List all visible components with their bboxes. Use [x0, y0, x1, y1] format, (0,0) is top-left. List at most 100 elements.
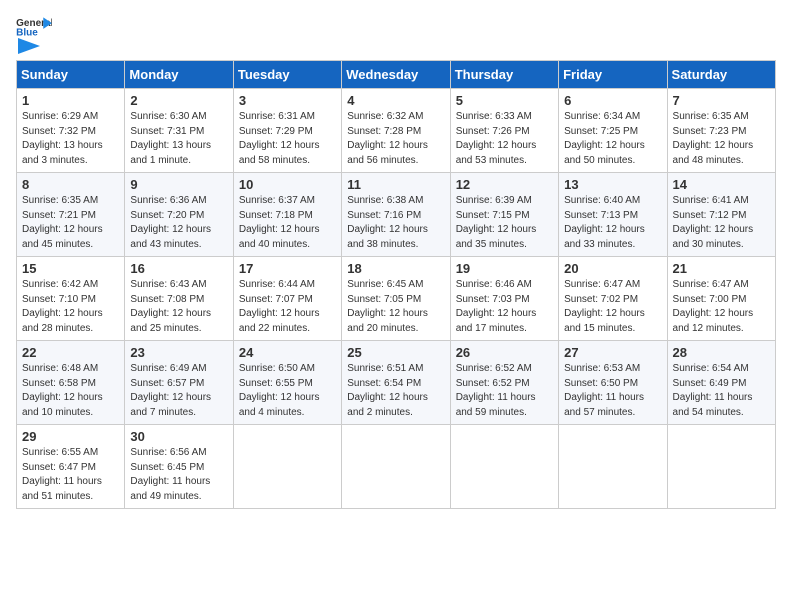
day-number: 19: [456, 261, 553, 276]
calendar-cell: 4 Sunrise: 6:32 AM Sunset: 7:28 PM Dayli…: [342, 89, 450, 173]
calendar-week-row: 22 Sunrise: 6:48 AM Sunset: 6:58 PM Dayl…: [17, 341, 776, 425]
day-number: 11: [347, 177, 444, 192]
day-info: Sunrise: 6:32 AM Sunset: 7:28 PM Dayligh…: [347, 110, 444, 168]
day-info: Sunrise: 6:35 AM Sunset: 7:21 PM Dayligh…: [22, 194, 119, 252]
calendar-cell: 21 Sunrise: 6:47 AM Sunset: 7:00 PM Dayl…: [667, 257, 775, 341]
calendar-table: SundayMondayTuesdayWednesdayThursdayFrid…: [16, 60, 776, 509]
day-info: Sunrise: 6:56 AM Sunset: 6:45 PM Dayligh…: [130, 446, 227, 504]
calendar-cell: 25 Sunrise: 6:51 AM Sunset: 6:54 PM Dayl…: [342, 341, 450, 425]
day-number: 28: [673, 345, 770, 360]
day-info: Sunrise: 6:47 AM Sunset: 7:00 PM Dayligh…: [673, 278, 770, 336]
calendar-cell: 10 Sunrise: 6:37 AM Sunset: 7:18 PM Dayl…: [233, 173, 341, 257]
calendar-cell: 16 Sunrise: 6:43 AM Sunset: 7:08 PM Dayl…: [125, 257, 233, 341]
calendar-cell: 11 Sunrise: 6:38 AM Sunset: 7:16 PM Dayl…: [342, 173, 450, 257]
calendar-cell: 22 Sunrise: 6:48 AM Sunset: 6:58 PM Dayl…: [17, 341, 125, 425]
calendar-week-row: 29 Sunrise: 6:55 AM Sunset: 6:47 PM Dayl…: [17, 425, 776, 509]
calendar-cell: 29 Sunrise: 6:55 AM Sunset: 6:47 PM Dayl…: [17, 425, 125, 509]
calendar-cell: 24 Sunrise: 6:50 AM Sunset: 6:55 PM Dayl…: [233, 341, 341, 425]
day-number: 12: [456, 177, 553, 192]
calendar-cell: 18 Sunrise: 6:45 AM Sunset: 7:05 PM Dayl…: [342, 257, 450, 341]
day-info: Sunrise: 6:43 AM Sunset: 7:08 PM Dayligh…: [130, 278, 227, 336]
day-number: 9: [130, 177, 227, 192]
day-number: 23: [130, 345, 227, 360]
day-info: Sunrise: 6:45 AM Sunset: 7:05 PM Dayligh…: [347, 278, 444, 336]
calendar-cell: 12 Sunrise: 6:39 AM Sunset: 7:15 PM Dayl…: [450, 173, 558, 257]
day-info: Sunrise: 6:37 AM Sunset: 7:18 PM Dayligh…: [239, 194, 336, 252]
calendar-cell: 20 Sunrise: 6:47 AM Sunset: 7:02 PM Dayl…: [559, 257, 667, 341]
day-info: Sunrise: 6:36 AM Sunset: 7:20 PM Dayligh…: [130, 194, 227, 252]
calendar-cell: 27 Sunrise: 6:53 AM Sunset: 6:50 PM Dayl…: [559, 341, 667, 425]
day-info: Sunrise: 6:49 AM Sunset: 6:57 PM Dayligh…: [130, 362, 227, 420]
day-number: 8: [22, 177, 119, 192]
calendar-cell: 28 Sunrise: 6:54 AM Sunset: 6:49 PM Dayl…: [667, 341, 775, 425]
day-number: 10: [239, 177, 336, 192]
day-info: Sunrise: 6:46 AM Sunset: 7:03 PM Dayligh…: [456, 278, 553, 336]
calendar-cell: [233, 425, 341, 509]
day-number: 16: [130, 261, 227, 276]
calendar-cell: 13 Sunrise: 6:40 AM Sunset: 7:13 PM Dayl…: [559, 173, 667, 257]
calendar-cell: 3 Sunrise: 6:31 AM Sunset: 7:29 PM Dayli…: [233, 89, 341, 173]
column-header-sunday: Sunday: [17, 61, 125, 89]
calendar-week-row: 8 Sunrise: 6:35 AM Sunset: 7:21 PM Dayli…: [17, 173, 776, 257]
day-number: 17: [239, 261, 336, 276]
column-header-friday: Friday: [559, 61, 667, 89]
day-number: 27: [564, 345, 661, 360]
column-header-tuesday: Tuesday: [233, 61, 341, 89]
calendar-cell: [342, 425, 450, 509]
day-info: Sunrise: 6:54 AM Sunset: 6:49 PM Dayligh…: [673, 362, 770, 420]
calendar-cell: 17 Sunrise: 6:44 AM Sunset: 7:07 PM Dayl…: [233, 257, 341, 341]
calendar-cell: 6 Sunrise: 6:34 AM Sunset: 7:25 PM Dayli…: [559, 89, 667, 173]
day-number: 24: [239, 345, 336, 360]
day-info: Sunrise: 6:29 AM Sunset: 7:32 PM Dayligh…: [22, 110, 119, 168]
calendar-cell: 5 Sunrise: 6:33 AM Sunset: 7:26 PM Dayli…: [450, 89, 558, 173]
day-number: 7: [673, 93, 770, 108]
day-info: Sunrise: 6:41 AM Sunset: 7:12 PM Dayligh…: [673, 194, 770, 252]
day-number: 29: [22, 429, 119, 444]
calendar-week-row: 1 Sunrise: 6:29 AM Sunset: 7:32 PM Dayli…: [17, 89, 776, 173]
day-number: 25: [347, 345, 444, 360]
logo: General Blue: [16, 16, 52, 50]
day-number: 30: [130, 429, 227, 444]
day-info: Sunrise: 6:51 AM Sunset: 6:54 PM Dayligh…: [347, 362, 444, 420]
day-info: Sunrise: 6:38 AM Sunset: 7:16 PM Dayligh…: [347, 194, 444, 252]
day-info: Sunrise: 6:55 AM Sunset: 6:47 PM Dayligh…: [22, 446, 119, 504]
calendar-cell: 7 Sunrise: 6:35 AM Sunset: 7:23 PM Dayli…: [667, 89, 775, 173]
day-number: 3: [239, 93, 336, 108]
day-number: 18: [347, 261, 444, 276]
day-info: Sunrise: 6:52 AM Sunset: 6:52 PM Dayligh…: [456, 362, 553, 420]
column-header-saturday: Saturday: [667, 61, 775, 89]
day-number: 14: [673, 177, 770, 192]
logo-icon: General Blue: [16, 16, 52, 36]
calendar-cell: 1 Sunrise: 6:29 AM Sunset: 7:32 PM Dayli…: [17, 89, 125, 173]
day-number: 5: [456, 93, 553, 108]
day-info: Sunrise: 6:53 AM Sunset: 6:50 PM Dayligh…: [564, 362, 661, 420]
calendar-cell: 30 Sunrise: 6:56 AM Sunset: 6:45 PM Dayl…: [125, 425, 233, 509]
column-header-thursday: Thursday: [450, 61, 558, 89]
calendar-cell: [450, 425, 558, 509]
calendar-cell: 9 Sunrise: 6:36 AM Sunset: 7:20 PM Dayli…: [125, 173, 233, 257]
day-number: 13: [564, 177, 661, 192]
day-number: 4: [347, 93, 444, 108]
day-number: 22: [22, 345, 119, 360]
day-info: Sunrise: 6:31 AM Sunset: 7:29 PM Dayligh…: [239, 110, 336, 168]
day-info: Sunrise: 6:40 AM Sunset: 7:13 PM Dayligh…: [564, 194, 661, 252]
calendar-cell: 19 Sunrise: 6:46 AM Sunset: 7:03 PM Dayl…: [450, 257, 558, 341]
day-info: Sunrise: 6:48 AM Sunset: 6:58 PM Dayligh…: [22, 362, 119, 420]
day-info: Sunrise: 6:34 AM Sunset: 7:25 PM Dayligh…: [564, 110, 661, 168]
svg-text:Blue: Blue: [16, 27, 38, 36]
day-number: 21: [673, 261, 770, 276]
day-number: 1: [22, 93, 119, 108]
calendar-header-row: SundayMondayTuesdayWednesdayThursdayFrid…: [17, 61, 776, 89]
day-info: Sunrise: 6:44 AM Sunset: 7:07 PM Dayligh…: [239, 278, 336, 336]
calendar-cell: 26 Sunrise: 6:52 AM Sunset: 6:52 PM Dayl…: [450, 341, 558, 425]
calendar-cell: 2 Sunrise: 6:30 AM Sunset: 7:31 PM Dayli…: [125, 89, 233, 173]
day-number: 26: [456, 345, 553, 360]
calendar-cell: [667, 425, 775, 509]
calendar-cell: [559, 425, 667, 509]
day-number: 2: [130, 93, 227, 108]
day-info: Sunrise: 6:50 AM Sunset: 6:55 PM Dayligh…: [239, 362, 336, 420]
page-header: General Blue: [16, 16, 776, 50]
calendar-week-row: 15 Sunrise: 6:42 AM Sunset: 7:10 PM Dayl…: [17, 257, 776, 341]
calendar-cell: 8 Sunrise: 6:35 AM Sunset: 7:21 PM Dayli…: [17, 173, 125, 257]
day-number: 15: [22, 261, 119, 276]
